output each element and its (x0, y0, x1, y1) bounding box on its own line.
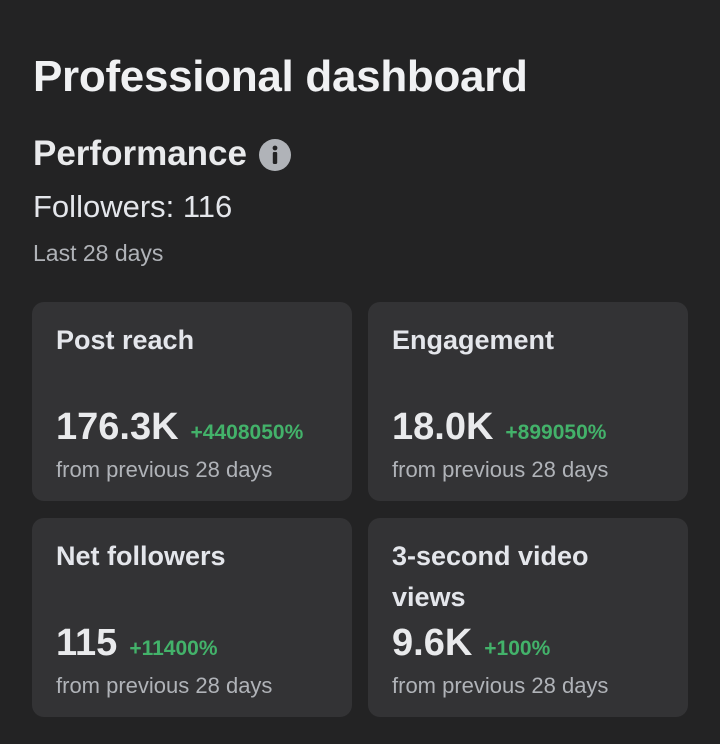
info-icon[interactable] (258, 139, 291, 171)
card-change: +4408050% (190, 421, 304, 444)
net-followers-card[interactable]: Net followers 115 +11400% from previous … (32, 518, 352, 717)
period-label: Last 28 days (33, 240, 164, 266)
card-comparison: from previous 28 days (392, 673, 609, 698)
page-title: Professional dashboard (33, 52, 528, 101)
engagement-card[interactable]: Engagement 18.0K +899050% from previous … (368, 302, 688, 501)
card-change: +899050% (505, 421, 607, 444)
card-label: 3-second video views (392, 541, 589, 612)
card-label: Engagement (392, 325, 555, 355)
card-value: 9.6K (392, 622, 473, 664)
card-metric-row: 9.6K +100% (392, 622, 550, 665)
card-value: 115 (56, 622, 118, 664)
card-label: Net followers (56, 541, 226, 571)
card-metric-row: 18.0K +899050% (392, 406, 606, 449)
card-comparison: from previous 28 days (56, 457, 273, 482)
card-comparison: from previous 28 days (392, 457, 609, 482)
card-metric-row: 115 +11400% (56, 622, 218, 665)
video-views-card[interactable]: 3-second video views 9.6K +100% from pre… (368, 518, 688, 717)
card-metric-row: 176.3K +4408050% (56, 406, 303, 449)
performance-title: Performance (33, 134, 247, 173)
card-change: +100% (484, 637, 551, 660)
card-comparison: from previous 28 days (56, 673, 273, 698)
followers-count: Followers: 116 (33, 189, 233, 224)
card-value: 18.0K (392, 406, 494, 448)
card-label: Post reach (56, 325, 195, 355)
performance-heading: Performance (33, 134, 291, 174)
card-value: 176.3K (56, 406, 179, 448)
card-change: +11400% (129, 637, 218, 660)
professional-dashboard-page: Professional dashboard Performance Follo… (0, 0, 720, 744)
post-reach-card[interactable]: Post reach 176.3K +4408050% from previou… (32, 302, 352, 501)
